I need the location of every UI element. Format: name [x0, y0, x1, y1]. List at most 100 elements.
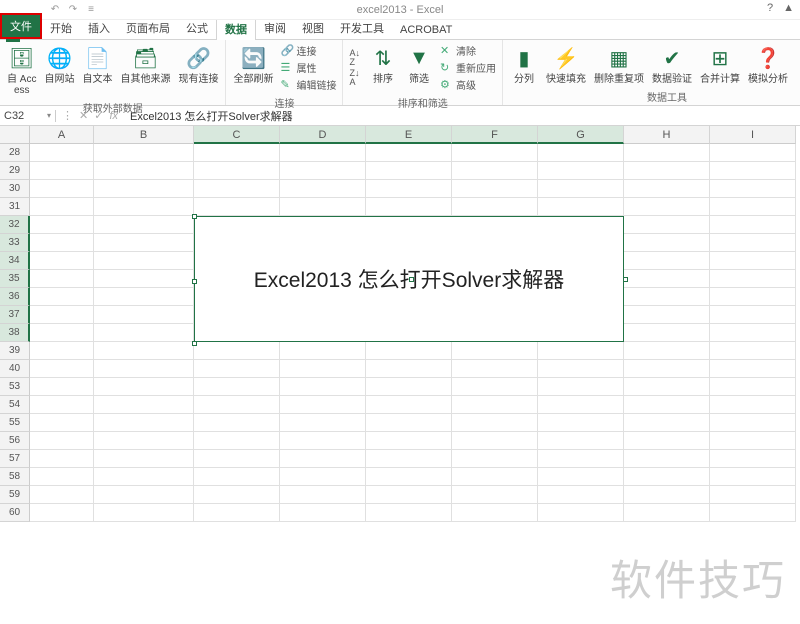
ribbon-toggle-icon[interactable]: ▲	[783, 2, 794, 14]
col-header-A[interactable]: A	[30, 126, 94, 144]
cell-C59[interactable]	[194, 486, 280, 504]
cell-F53[interactable]	[452, 378, 538, 396]
cell-H60[interactable]	[624, 504, 710, 522]
cell-B59[interactable]	[94, 486, 194, 504]
cancel-icon[interactable]: ✕	[79, 109, 88, 122]
cell-C56[interactable]	[194, 432, 280, 450]
sort[interactable]: ⇅排序	[366, 42, 400, 93]
cell-H34[interactable]	[624, 252, 710, 270]
cell-H57[interactable]	[624, 450, 710, 468]
cell-H30[interactable]	[624, 180, 710, 198]
cell-B40[interactable]	[94, 360, 194, 378]
cell-I30[interactable]	[710, 180, 796, 198]
row-header-59[interactable]: 59	[0, 486, 30, 504]
cell-H32[interactable]	[624, 216, 710, 234]
cell-I58[interactable]	[710, 468, 796, 486]
enter-icon[interactable]: ✓	[94, 109, 103, 122]
tab-审阅[interactable]: 审阅	[256, 17, 294, 39]
cell-A56[interactable]	[30, 432, 94, 450]
cell-F28[interactable]	[452, 144, 538, 162]
row-header-38[interactable]: 38	[0, 324, 30, 342]
tab-插入[interactable]: 插入	[80, 17, 118, 39]
cell-F30[interactable]	[452, 180, 538, 198]
conn-2[interactable]: ✎编辑链接	[278, 76, 338, 93]
cell-B58[interactable]	[94, 468, 194, 486]
filt-2[interactable]: ⚙高级	[438, 76, 498, 93]
ext-data-4[interactable]: 🔗现有连接	[175, 42, 221, 98]
cell-B32[interactable]	[94, 216, 194, 234]
conn-1[interactable]: ☰属性	[278, 59, 338, 76]
col-header-E[interactable]: E	[366, 126, 452, 144]
cell-B28[interactable]	[94, 144, 194, 162]
cell-B37[interactable]	[94, 306, 194, 324]
dtool-1[interactable]: ⚡快速填充	[543, 42, 589, 87]
dtool-3[interactable]: ✔数据验证	[649, 42, 695, 87]
text-box-shape[interactable]: Excel2013 怎么打开Solver求解器	[194, 216, 624, 342]
row-header-39[interactable]: 39	[0, 342, 30, 360]
resize-handle[interactable]	[623, 277, 628, 282]
cell-I57[interactable]	[710, 450, 796, 468]
cell-H36[interactable]	[624, 288, 710, 306]
cell-H55[interactable]	[624, 414, 710, 432]
cell-A57[interactable]	[30, 450, 94, 468]
row-header-29[interactable]: 29	[0, 162, 30, 180]
col-header-B[interactable]: B	[94, 126, 194, 144]
cell-E60[interactable]	[366, 504, 452, 522]
cell-D31[interactable]	[280, 198, 366, 216]
cell-F55[interactable]	[452, 414, 538, 432]
filt-1[interactable]: ↻重新应用	[438, 59, 498, 76]
cell-F60[interactable]	[452, 504, 538, 522]
resize-handle[interactable]	[409, 277, 414, 282]
sort-za[interactable]: Z↓A	[347, 68, 362, 88]
row-header-36[interactable]: 36	[0, 288, 30, 306]
cell-G56[interactable]	[538, 432, 624, 450]
ext-data-3[interactable]: 🗃自其他来源	[117, 42, 173, 98]
cell-A58[interactable]	[30, 468, 94, 486]
cell-F29[interactable]	[452, 162, 538, 180]
refresh-all[interactable]: 🔄全部刷新	[230, 42, 276, 93]
col-header-I[interactable]: I	[710, 126, 796, 144]
cell-H28[interactable]	[624, 144, 710, 162]
cell-E56[interactable]	[366, 432, 452, 450]
col-header-C[interactable]: C	[194, 126, 280, 144]
cell-I28[interactable]	[710, 144, 796, 162]
cell-H33[interactable]	[624, 234, 710, 252]
cell-I29[interactable]	[710, 162, 796, 180]
cell-G40[interactable]	[538, 360, 624, 378]
cell-G31[interactable]	[538, 198, 624, 216]
cell-B30[interactable]	[94, 180, 194, 198]
cell-D29[interactable]	[280, 162, 366, 180]
row-header-34[interactable]: 34	[0, 252, 30, 270]
cell-F39[interactable]	[452, 342, 538, 360]
cell-E40[interactable]	[366, 360, 452, 378]
cell-B36[interactable]	[94, 288, 194, 306]
row-header-37[interactable]: 37	[0, 306, 30, 324]
cell-F31[interactable]	[452, 198, 538, 216]
cell-E29[interactable]	[366, 162, 452, 180]
row-header-54[interactable]: 54	[0, 396, 30, 414]
dtool-2[interactable]: ▦删除重复项	[591, 42, 647, 87]
cell-H54[interactable]	[624, 396, 710, 414]
cell-H53[interactable]	[624, 378, 710, 396]
cell-G55[interactable]	[538, 414, 624, 432]
cell-G30[interactable]	[538, 180, 624, 198]
cell-G59[interactable]	[538, 486, 624, 504]
tab-视图[interactable]: 视图	[294, 17, 332, 39]
cell-E57[interactable]	[366, 450, 452, 468]
cell-I37[interactable]	[710, 306, 796, 324]
cell-A59[interactable]	[30, 486, 94, 504]
cell-A60[interactable]	[30, 504, 94, 522]
cell-I53[interactable]	[710, 378, 796, 396]
resize-handle[interactable]	[192, 214, 197, 219]
tab-数据[interactable]: 数据	[216, 17, 256, 40]
cell-E54[interactable]	[366, 396, 452, 414]
cell-A31[interactable]	[30, 198, 94, 216]
spreadsheet-grid[interactable]: ABCDEFGHI 282930313233343536373839405354…	[0, 126, 800, 618]
cell-G57[interactable]	[538, 450, 624, 468]
cell-H38[interactable]	[624, 324, 710, 342]
cell-A53[interactable]	[30, 378, 94, 396]
cell-D54[interactable]	[280, 396, 366, 414]
cell-C39[interactable]	[194, 342, 280, 360]
cell-C54[interactable]	[194, 396, 280, 414]
cell-H35[interactable]	[624, 270, 710, 288]
